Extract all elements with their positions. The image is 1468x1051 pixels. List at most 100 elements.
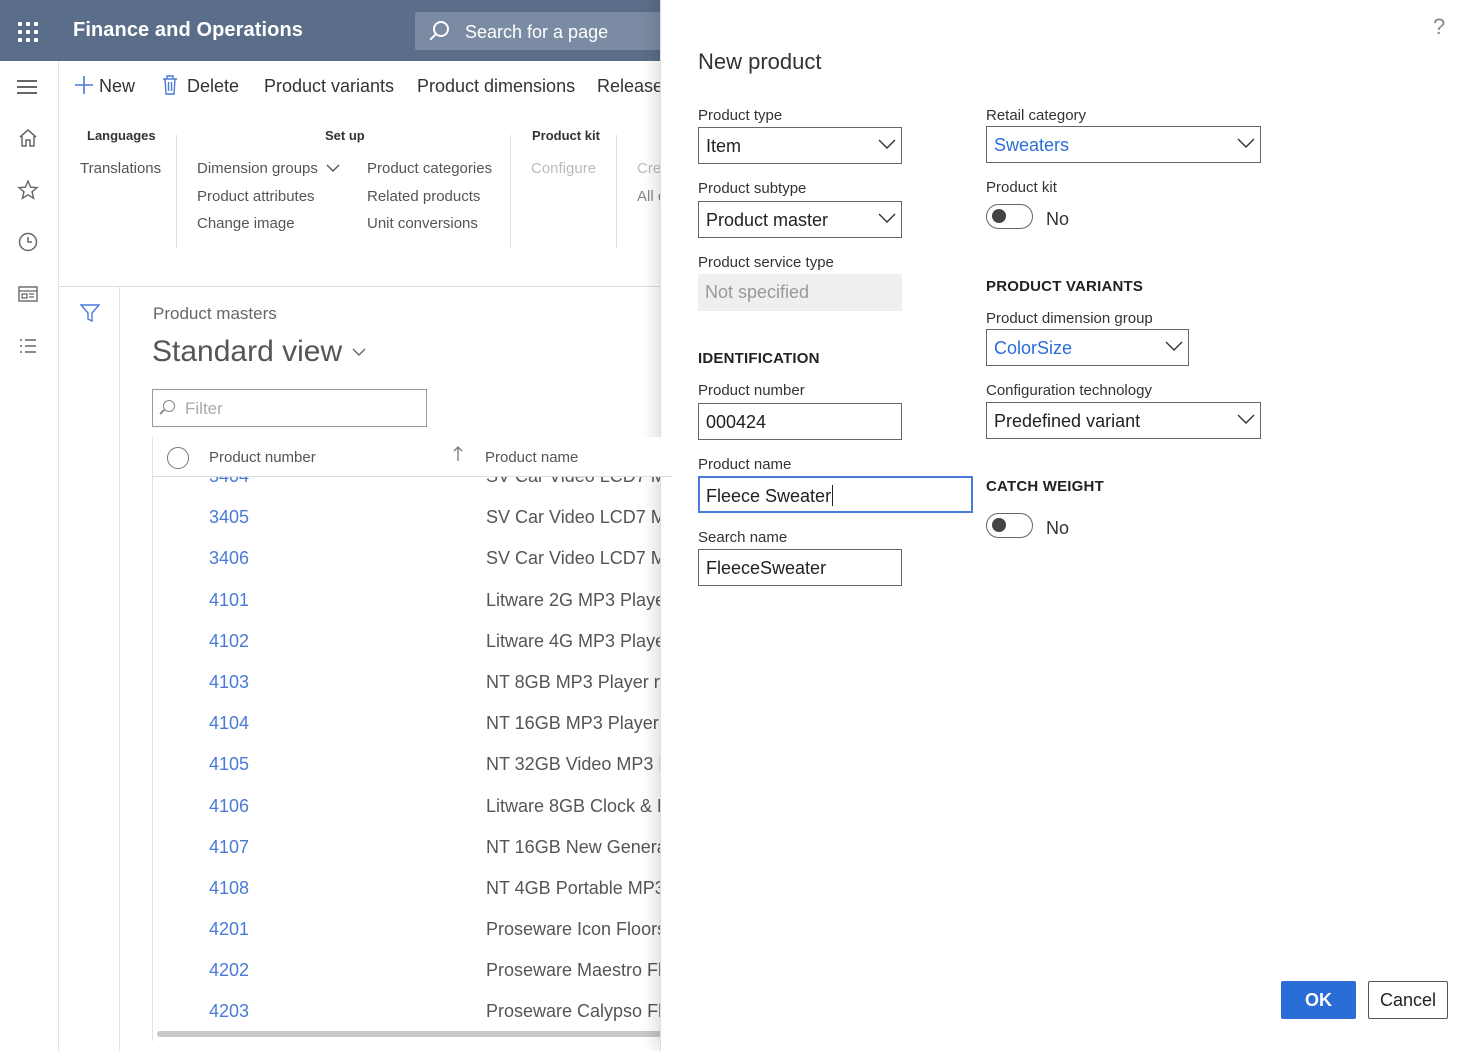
left-navigation [0, 61, 59, 1051]
configuration-technology-value: Predefined variant [994, 411, 1141, 431]
dimension-groups-label: Dimension groups [197, 160, 318, 177]
dimension-group-select[interactable]: ColorSize [986, 329, 1189, 366]
dimension-group-value: ColorSize [994, 338, 1073, 358]
product-number-link[interactable]: 4104 [209, 713, 249, 734]
product-variants-header: PRODUCT VARIANTS [986, 278, 1144, 295]
list-icon[interactable] [17, 335, 39, 357]
product-name-cell: NT 4GB Portable MP3 I [486, 877, 672, 898]
new-product-dialog: ? New product Product type Item Product … [660, 0, 1468, 1051]
translations-button[interactable]: Translations [80, 160, 161, 177]
catch-weight-toggle[interactable] [986, 513, 1033, 538]
product-categories-button[interactable]: Product categories [367, 160, 492, 177]
product-number-link[interactable]: 4106 [209, 796, 249, 817]
product-number-field[interactable]: 000424 [698, 403, 902, 440]
chevron-down-icon [1237, 414, 1255, 424]
table-row[interactable]: 4104 NT 16GB MP3 Player M [153, 704, 672, 745]
search-icon [433, 21, 449, 37]
product-number-link[interactable]: 3406 [209, 548, 249, 569]
configure-button[interactable]: Configure [531, 160, 596, 177]
table-row[interactable]: 4201 Proseware Icon Floorst [153, 910, 672, 951]
table-row[interactable]: 4102 Litware 4G MP3 Player [153, 622, 672, 663]
product-name-cell: Proseware Calypso Floo [486, 1001, 672, 1022]
column-header-product-number[interactable]: Product number [209, 449, 316, 466]
star-icon[interactable] [17, 179, 39, 201]
new-button[interactable]: New [99, 76, 135, 97]
grid-rows: 3404SV Car Video LCD7 M73405SV Car Video… [153, 457, 672, 1034]
ok-button[interactable]: OK [1281, 981, 1356, 1019]
product-number-link[interactable]: 4101 [209, 590, 249, 611]
product-subtype-select[interactable]: Product master [698, 201, 902, 238]
funnel-icon[interactable] [79, 303, 101, 323]
table-row[interactable]: 4202 Proseware Maestro Flo [153, 951, 672, 992]
product-name-cell: NT 16GB New Generat [486, 836, 672, 857]
chevron-down-icon [878, 213, 896, 223]
dimension-groups-button[interactable]: Dimension groups [197, 160, 340, 177]
workspace-icon[interactable] [17, 283, 39, 305]
table-row[interactable]: 4107 NT 16GB New Generat [153, 828, 672, 869]
table-row[interactable]: 4108 NT 4GB Portable MP3 I [153, 869, 672, 910]
home-icon[interactable] [17, 127, 39, 149]
setup-group-header: Set up [325, 128, 365, 143]
chevron-down-icon [326, 164, 340, 172]
dimension-group-label: Product dimension group [986, 310, 1153, 327]
product-number-link[interactable]: 4103 [209, 672, 249, 693]
retail-category-label: Retail category [986, 107, 1087, 124]
filter-input[interactable]: Filter [152, 389, 427, 427]
view-title[interactable]: Standard view [152, 335, 342, 369]
cancel-button[interactable]: Cancel [1368, 981, 1448, 1019]
product-service-type-label: Product service type [698, 254, 834, 271]
table-row[interactable]: 4106 Litware 8GB Clock & Ra [153, 787, 672, 828]
table-row[interactable]: 4101 Litware 2G MP3 Player [153, 581, 672, 622]
product-name-cell: Proseware Icon Floorst [486, 919, 672, 940]
product-number-link[interactable]: 4108 [209, 878, 249, 899]
table-row[interactable]: 3406 SV Car Video LCD7 M7 [153, 539, 672, 580]
configuration-technology-label: Configuration technology [986, 382, 1152, 399]
related-products-button[interactable]: Related products [367, 188, 480, 205]
product-subtype-label: Product subtype [698, 180, 807, 197]
select-all-checkbox[interactable] [167, 447, 189, 469]
product-variants-button[interactable]: Product variants [264, 76, 394, 97]
horizontal-scrollbar[interactable] [157, 1031, 667, 1037]
chevron-down-icon[interactable] [352, 344, 366, 362]
product-name-cell: SV Car Video LCD7 M7 [486, 507, 672, 528]
product-subtype-value: Product master [706, 210, 829, 230]
product-name-value: Fleece Sweater [706, 486, 832, 506]
table-row[interactable]: 3405 SV Car Video LCD7 M7 [153, 498, 672, 539]
product-number-link[interactable]: 4203 [209, 1001, 249, 1022]
retail-category-select[interactable]: Sweaters [986, 126, 1261, 163]
product-number-link[interactable]: 4102 [209, 631, 249, 652]
clock-icon[interactable] [17, 231, 39, 253]
search-name-label: Search name [698, 529, 788, 546]
partial-ribbon-item[interactable]: Cre [637, 160, 661, 177]
product-number-link[interactable]: 3405 [209, 507, 249, 528]
product-number-link[interactable]: 4201 [209, 919, 249, 940]
product-service-type-select: Not specified [698, 274, 902, 311]
search-name-field[interactable]: FleeceSweater [698, 549, 902, 586]
product-service-type-value: Not specified [705, 282, 810, 302]
table-row[interactable]: 4105 NT 32GB Video MP3 Pl [153, 745, 672, 786]
change-image-button[interactable]: Change image [197, 215, 295, 232]
product-type-select[interactable]: Item [698, 127, 902, 164]
grid-header: Product number Product name [153, 437, 672, 477]
product-kit-toggle[interactable] [986, 204, 1033, 229]
product-number-label: Product number [698, 382, 805, 399]
table-row[interactable]: 4203 Proseware Calypso Floo [153, 992, 672, 1033]
unit-conversions-button[interactable]: Unit conversions [367, 215, 478, 232]
hamburger-icon[interactable] [17, 77, 39, 99]
release-button[interactable]: Release [597, 76, 663, 97]
delete-button[interactable]: Delete [187, 76, 239, 97]
waffle-icon[interactable] [18, 22, 38, 42]
product-number-link[interactable]: 4202 [209, 960, 249, 981]
product-name-cell: Proseware Maestro Flo [486, 960, 672, 981]
product-kit-label: Product kit [986, 179, 1057, 196]
product-attributes-button[interactable]: Product attributes [197, 188, 315, 205]
question-icon[interactable]: ? [1433, 14, 1445, 40]
product-number-link[interactable]: 4107 [209, 837, 249, 858]
table-row[interactable]: 4103 NT 8GB MP3 Player ne [153, 663, 672, 704]
product-number-link[interactable]: 4105 [209, 754, 249, 775]
product-kit-toggle-label: No [1046, 209, 1070, 229]
product-name-field[interactable]: Fleece Sweater [698, 476, 973, 513]
configuration-technology-select[interactable]: Predefined variant [986, 402, 1261, 439]
product-dimensions-button[interactable]: Product dimensions [417, 76, 575, 97]
column-header-product-name[interactable]: Product name [485, 449, 578, 466]
